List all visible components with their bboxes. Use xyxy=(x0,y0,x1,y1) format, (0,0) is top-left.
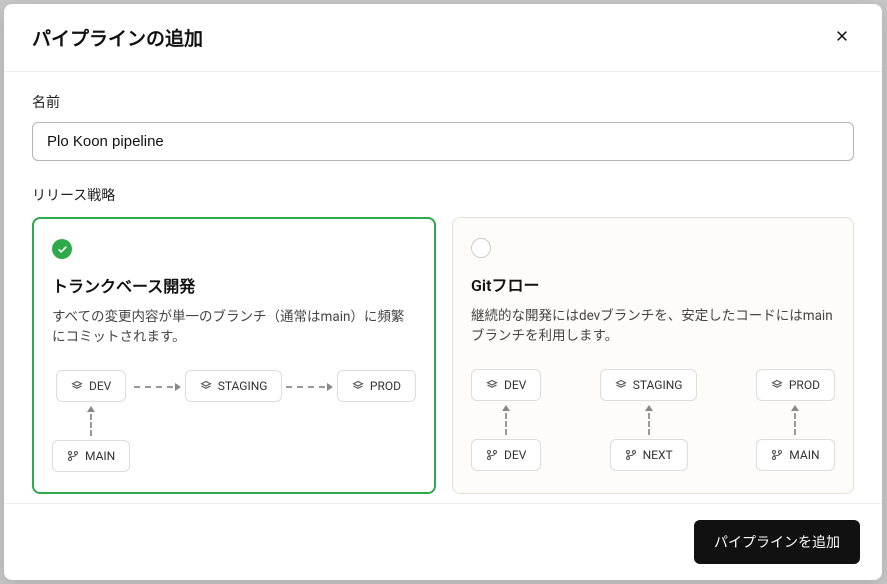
trunk-description: すべての変更内容が単一のブランチ（通常はmain）に頻繁にコミットされます。 xyxy=(52,307,416,348)
branch-icon xyxy=(486,449,498,461)
modal-header: パイプラインの追加 xyxy=(4,4,882,72)
gitflow-branch-main: MAIN xyxy=(756,439,834,471)
gitflow-diagram: DEV DEV STAGING xyxy=(471,369,835,471)
trunk-env-prod: PROD xyxy=(337,370,416,402)
radio-gitflow[interactable] xyxy=(471,238,491,258)
trunk-title: トランクベース開発 xyxy=(52,273,416,297)
arrow-up-icon xyxy=(84,406,98,436)
strategy-label: リリース戦略 xyxy=(32,185,854,205)
layers-icon xyxy=(71,380,83,392)
arrow-up-icon xyxy=(788,405,802,435)
gitflow-description: 継続的な開発にはdevブランチを、安定したコードにはmainブランチを利用します… xyxy=(471,306,835,347)
add-pipeline-modal: パイプラインの追加 名前 リリース戦略 トランクベース開発 すべての変更内容が単… xyxy=(4,4,882,580)
gitflow-env-prod: PROD xyxy=(756,369,835,401)
gitflow-title: Gitフロー xyxy=(471,272,835,296)
layers-icon xyxy=(200,380,212,392)
trunk-branch-main: MAIN xyxy=(52,440,130,472)
gitflow-branch-dev: DEV xyxy=(471,439,541,471)
submit-button[interactable]: パイプラインを追加 xyxy=(694,520,860,564)
strategy-card-trunk[interactable]: トランクベース開発 すべての変更内容が単一のブランチ（通常はmain）に頻繁にコ… xyxy=(32,217,436,494)
arrow-up-icon xyxy=(642,405,656,435)
strategy-options: トランクベース開発 すべての変更内容が単一のブランチ（通常はmain）に頻繁にコ… xyxy=(32,217,854,494)
name-input[interactable] xyxy=(32,122,854,161)
layers-icon xyxy=(352,380,364,392)
branch-icon xyxy=(771,449,783,461)
arrow-right-icon xyxy=(286,380,332,394)
gitflow-env-staging: STAGING xyxy=(600,369,698,401)
modal-footer: パイプラインを追加 xyxy=(4,503,882,580)
branch-icon xyxy=(67,450,79,462)
radio-trunk[interactable] xyxy=(52,239,72,259)
strategy-card-gitflow[interactable]: Gitフロー 継続的な開発にはdevブランチを、安定したコードにはmainブラン… xyxy=(452,217,854,494)
arrow-right-icon xyxy=(134,380,180,394)
close-button[interactable] xyxy=(830,26,854,50)
branch-icon xyxy=(625,449,637,461)
layers-icon xyxy=(615,379,627,391)
trunk-env-dev: DEV xyxy=(56,370,126,402)
arrow-up-icon xyxy=(499,405,513,435)
layers-icon xyxy=(486,379,498,391)
check-icon xyxy=(57,240,68,259)
modal-body: 名前 リリース戦略 トランクベース開発 すべての変更内容が単一のブランチ（通常は… xyxy=(4,72,882,503)
modal-title: パイプラインの追加 xyxy=(32,24,203,51)
trunk-env-staging: STAGING xyxy=(185,370,283,402)
name-label: 名前 xyxy=(32,92,854,112)
layers-icon xyxy=(771,379,783,391)
gitflow-env-dev: DEV xyxy=(471,369,541,401)
gitflow-branch-next: NEXT xyxy=(610,439,688,471)
close-icon xyxy=(835,29,849,46)
trunk-diagram: DEV MAIN STAGING xyxy=(52,370,416,472)
